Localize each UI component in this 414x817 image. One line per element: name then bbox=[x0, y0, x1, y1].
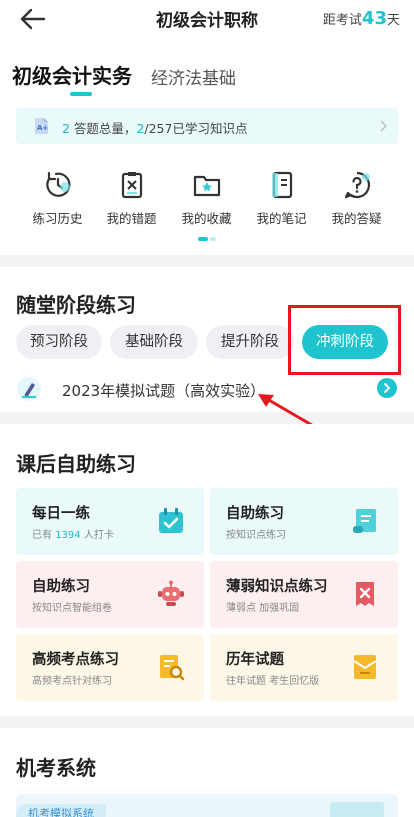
page-dot bbox=[210, 237, 216, 241]
stage-practice-section: 随堂阶段练习 预习阶段 基础阶段 提升阶段 冲刺阶段 2023年模拟试题（高效实… bbox=[0, 267, 414, 412]
search-document-icon bbox=[160, 655, 185, 681]
pencil-icon bbox=[17, 377, 41, 401]
active-tab-indicator bbox=[70, 92, 92, 96]
tab-subject-accounting-practice[interactable]: 初级会计实务 bbox=[12, 60, 132, 89]
chevron-right-circle-icon[interactable] bbox=[377, 378, 397, 398]
section-title-stage-practice: 随堂阶段练习 bbox=[16, 293, 136, 317]
section-title-self-practice: 课后自助练习 bbox=[16, 452, 136, 476]
stage-tab-preview[interactable]: 预习阶段 bbox=[16, 325, 102, 359]
exam-item-row[interactable]: 2023年模拟试题（高效实验） bbox=[0, 373, 414, 405]
study-stats-text: 2 答题总量，2/257已学习知识点 bbox=[62, 121, 248, 136]
self-practice-section: 课后自助练习 每日一练 已有 1394 人打卡 自助练习 按知识点练习 自助练习… bbox=[0, 424, 414, 716]
checkin-count: 1394 bbox=[55, 530, 81, 541]
stage-tab-basic[interactable]: 基础阶段 bbox=[110, 325, 198, 359]
quick-action-notes[interactable]: 我的笔记 bbox=[244, 170, 319, 227]
quick-action-practice-history[interactable]: 练习历史 bbox=[20, 170, 95, 227]
favorites-folder-icon bbox=[193, 175, 220, 197]
countdown-days: 43 bbox=[361, 8, 387, 29]
robot-icon bbox=[158, 580, 184, 606]
tab-subject-economic-law[interactable]: 经济法基础 bbox=[151, 64, 236, 89]
card-past-exams[interactable]: 历年试题 往年试题 考生回忆版 bbox=[210, 634, 398, 701]
qa-icon bbox=[344, 171, 370, 199]
chevron-right-icon bbox=[380, 120, 387, 132]
document-plus-icon: A+ bbox=[35, 118, 48, 134]
quick-action-favorites[interactable]: 我的收藏 bbox=[169, 170, 244, 227]
header-area: 初级会计职称 距考试43天 初级会计实务 经济法基础 A+ 2 答题总量，2/2… bbox=[0, 0, 414, 255]
exam-system-section: 机考系统 机考模拟系统 bbox=[0, 728, 414, 817]
card-high-frequency[interactable]: 高频考点练习 高频考点针对练习 bbox=[16, 634, 204, 701]
exam-system-tag: 机考模拟系统 bbox=[16, 804, 106, 817]
page-dot-active bbox=[198, 237, 208, 241]
nav-bar: 初级会计职称 距考试43天 bbox=[0, 0, 414, 40]
exam-system-illustration bbox=[330, 802, 384, 817]
quick-action-wrong-questions[interactable]: 我的错题 bbox=[94, 170, 169, 227]
weak-point-icon bbox=[356, 582, 374, 606]
svg-text:A+: A+ bbox=[37, 124, 48, 132]
answered-count: 2 bbox=[62, 121, 70, 136]
page-indicator bbox=[198, 237, 216, 241]
card-self-practice-smart[interactable]: 自助练习 按知识点智能组卷 bbox=[16, 561, 204, 628]
calendar-check-icon bbox=[159, 508, 183, 533]
highlight-box bbox=[288, 305, 401, 375]
stage-tab-improve[interactable]: 提升阶段 bbox=[206, 325, 294, 359]
scroll-icon bbox=[353, 509, 376, 533]
envelope-icon bbox=[353, 655, 377, 679]
wrong-questions-icon bbox=[121, 172, 142, 199]
card-self-practice-knowledge[interactable]: 自助练习 按知识点练习 bbox=[210, 488, 398, 555]
card-weak-points[interactable]: 薄弱知识点练习 薄弱点 加强巩固 bbox=[210, 561, 398, 628]
quick-action-qa[interactable]: 我的答疑 bbox=[319, 170, 394, 227]
card-daily-practice[interactable]: 每日一练 已有 1394 人打卡 bbox=[16, 488, 204, 555]
section-title-exam-system: 机考系统 bbox=[16, 756, 96, 780]
notes-icon bbox=[271, 171, 292, 199]
study-stats-banner[interactable]: A+ 2 答题总量，2/257已学习知识点 bbox=[16, 108, 398, 144]
history-icon bbox=[45, 171, 70, 197]
exam-countdown: 距考试43天 bbox=[322, 8, 400, 29]
exam-title: 2023年模拟试题（高效实验） bbox=[62, 382, 266, 400]
